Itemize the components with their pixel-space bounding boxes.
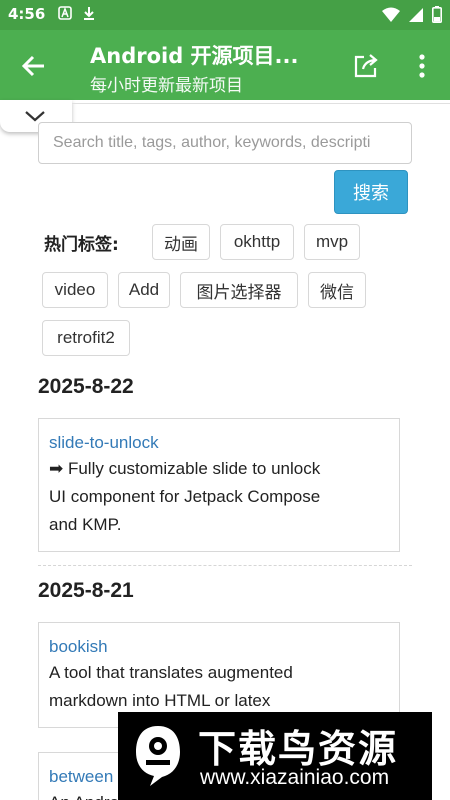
project-description-line: UI component for Jetpack Compose [49, 487, 321, 506]
tag-item[interactable]: mvp [304, 224, 360, 260]
battery-icon [432, 6, 442, 23]
more-vertical-icon [419, 54, 425, 78]
status-bar: 4:56 [0, 0, 450, 30]
watermark-title: 下载鸟资源 [198, 727, 399, 771]
project-card[interactable]: slide-to-unlock ➡ Fully customizable sli… [38, 418, 400, 552]
watermark-url: www.xiazainiao.com [200, 766, 390, 789]
project-description-line: markdown into HTML or latex [49, 691, 271, 710]
tag-item[interactable]: video [42, 272, 108, 308]
section-divider [38, 565, 412, 566]
more-options-button[interactable] [412, 52, 432, 80]
search-input[interactable] [38, 122, 412, 164]
back-button[interactable] [18, 50, 50, 82]
project-description-line: A tool that translates augmented [49, 663, 293, 682]
tag-item[interactable]: 动画 [152, 224, 210, 260]
tag-item[interactable]: retrofit2 [42, 320, 130, 356]
tag-item[interactable]: Add [118, 272, 170, 308]
tag-item[interactable]: 图片选择器 [180, 272, 298, 308]
search-button[interactable]: 搜索 [334, 170, 408, 214]
page-subtitle: 每小时更新最新项目 [90, 76, 243, 96]
watermark-overlay: 下载鸟资源 www.xiazainiao.com [118, 712, 432, 800]
divider [72, 103, 450, 104]
tag-item[interactable]: okhttp [220, 224, 294, 260]
section-date: 2025-8-21 [38, 579, 134, 602]
project-description-line: and KMP. [49, 515, 122, 534]
chevron-down-icon [25, 111, 45, 122]
project-description-line: ➡ Fully customizable slide to unlock [49, 459, 321, 478]
page-title: Android 开源项目... [90, 44, 299, 68]
signal-icon [409, 7, 423, 22]
project-title-link[interactable]: slide-to-unlock [49, 431, 389, 455]
download-icon [84, 7, 94, 20]
bird-logo-icon [136, 726, 180, 786]
status-time: 4:56 [8, 5, 46, 23]
tag-item[interactable]: 微信 [308, 272, 366, 308]
share-icon [354, 54, 378, 78]
app-bar: Android 开源项目... 每小时更新最新项目 [0, 30, 450, 100]
wifi-icon [382, 7, 400, 22]
arrow-left-icon [21, 55, 44, 77]
notification-app-icon [58, 6, 72, 20]
share-button[interactable] [352, 52, 380, 80]
project-title-link[interactable]: bookish [49, 635, 389, 659]
hot-tags-label: 热门标签: [44, 235, 119, 255]
section-date: 2025-8-22 [38, 375, 134, 398]
